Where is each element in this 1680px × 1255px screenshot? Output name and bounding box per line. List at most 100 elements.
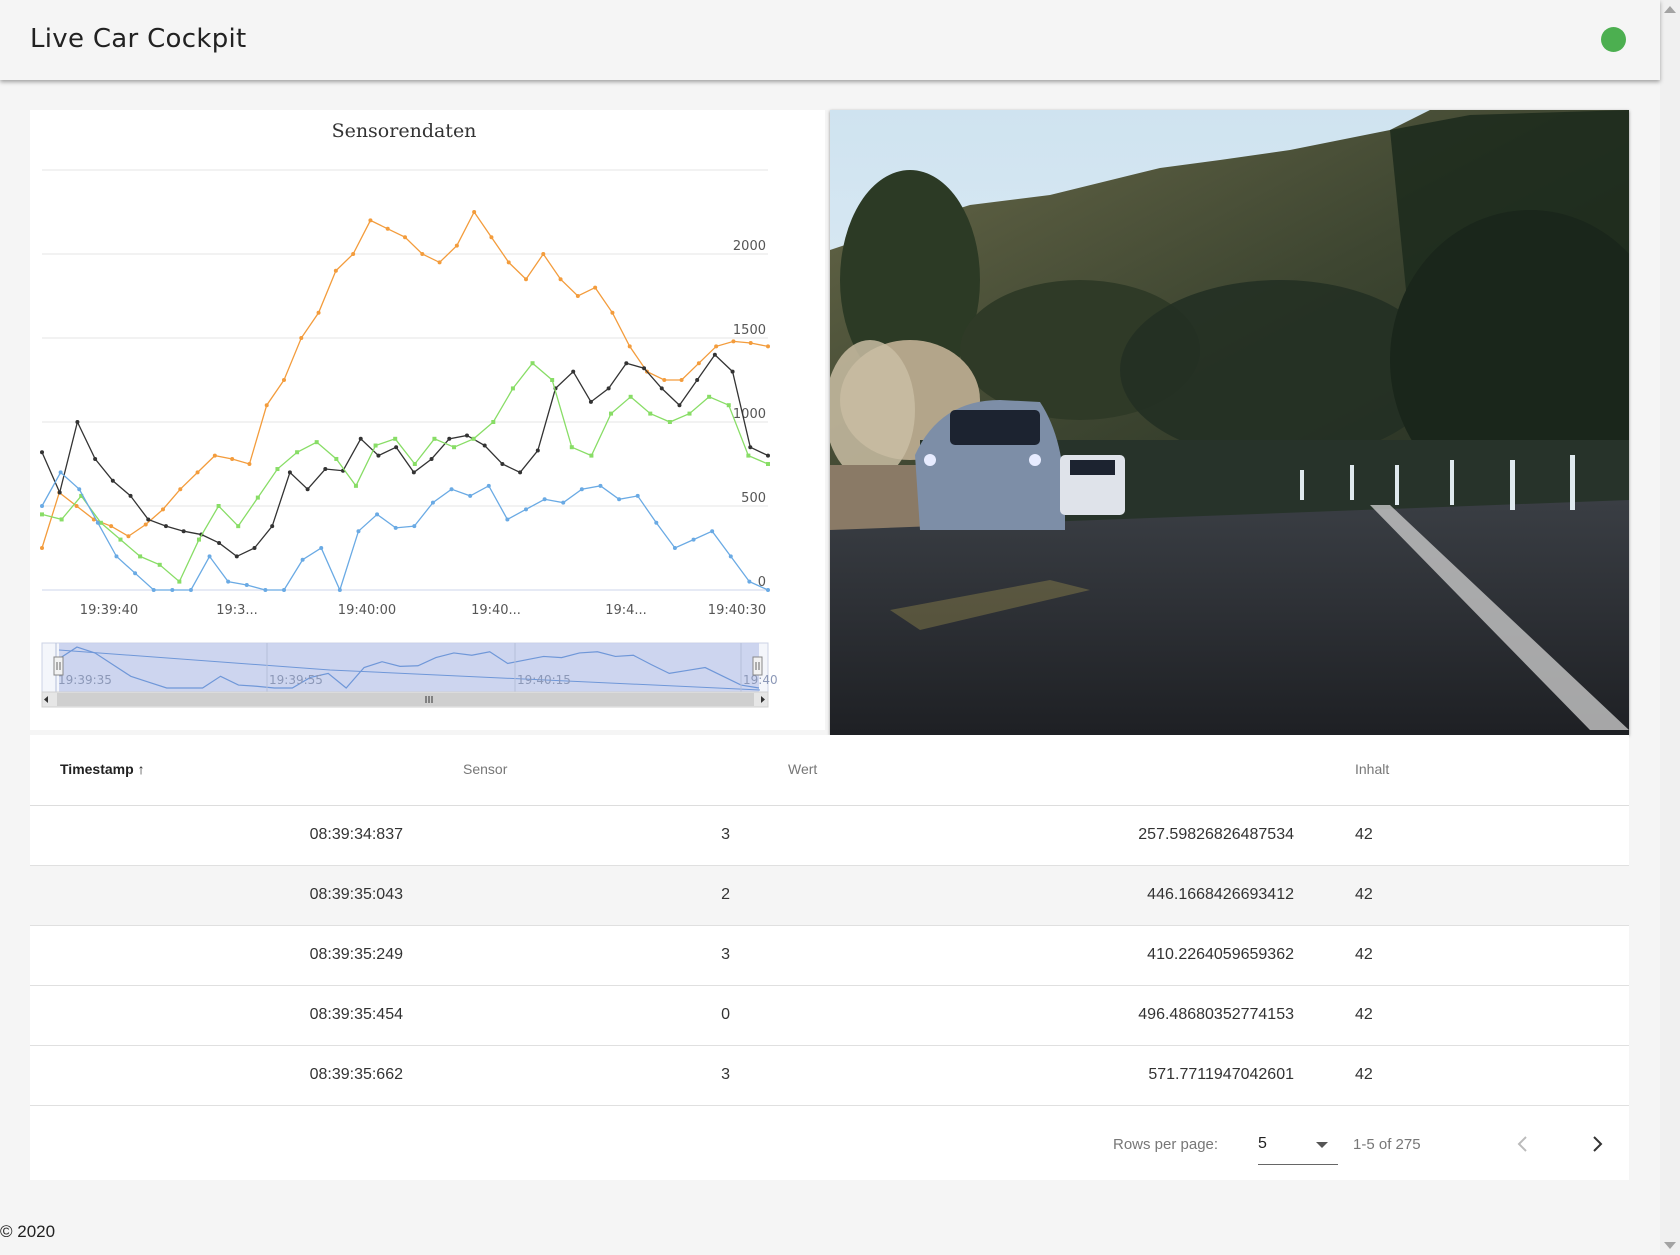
data-point <box>234 554 239 559</box>
data-point <box>588 399 593 404</box>
data-point <box>524 277 528 282</box>
data-point <box>178 487 183 492</box>
rows-per-page-label: Rows per page: <box>1113 1136 1219 1153</box>
scroll-up-icon[interactable] <box>1664 6 1676 13</box>
data-point <box>412 462 417 466</box>
column-header-wert[interactable]: Wert <box>788 761 817 777</box>
table-row[interactable]: 08:39:35:043 2 446.1668426693412 42 <box>30 866 1629 926</box>
previous-page-button[interactable] <box>1505 1126 1541 1162</box>
data-point <box>748 341 753 346</box>
data-point <box>358 436 363 441</box>
data-point <box>337 588 342 592</box>
data-point <box>212 453 217 458</box>
range-navigator[interactable]: 19:39:35 19:39:55 19:40:15 19:40 <box>41 642 778 708</box>
data-point <box>506 260 511 265</box>
data-point <box>707 394 712 399</box>
data-point <box>558 277 563 282</box>
data-point <box>579 487 584 492</box>
navigator-scrollbar-thumb[interactable] <box>57 693 754 706</box>
data-point <box>571 369 576 374</box>
next-page-button[interactable] <box>1579 1126 1615 1162</box>
data-point <box>489 235 494 240</box>
data-point <box>575 294 580 298</box>
x-tick-label: 19:40:30 <box>708 603 766 618</box>
data-point <box>188 588 193 592</box>
camera-image <box>830 110 1629 735</box>
data-point <box>255 495 260 500</box>
data-point <box>609 411 614 416</box>
data-point <box>624 361 629 366</box>
data-point <box>432 436 437 441</box>
data-point <box>110 478 115 483</box>
data-point <box>263 588 268 592</box>
data-point <box>59 517 64 522</box>
data-point <box>452 445 457 450</box>
data-point <box>654 520 659 525</box>
data-point <box>57 490 62 495</box>
column-header-inhalt[interactable]: Inhalt <box>1355 761 1389 777</box>
cell-sensor: 3 <box>721 1066 730 1083</box>
data-point <box>128 493 133 498</box>
column-header-sensor[interactable]: Sensor <box>463 761 507 777</box>
cell-wert: 410.2264059659362 <box>1147 946 1294 963</box>
data-point <box>275 467 280 472</box>
data-point <box>748 445 753 450</box>
navigator-left-handle[interactable] <box>53 656 64 676</box>
page-scrollbar[interactable] <box>1660 0 1680 1255</box>
data-point <box>316 310 321 315</box>
data-point <box>393 525 398 530</box>
data-point <box>598 483 603 488</box>
data-point <box>712 352 717 357</box>
navigator-right-handle[interactable] <box>752 656 763 676</box>
data-point <box>411 470 416 475</box>
data-point <box>569 445 574 450</box>
data-point <box>449 487 454 492</box>
data-point <box>40 546 44 550</box>
y-tick-label: 500 <box>741 491 766 506</box>
table-row[interactable]: 08:39:35:249 3 410.2264059659362 42 <box>30 926 1629 986</box>
column-header-timestamp[interactable]: Timestamp ↑ <box>60 761 145 777</box>
data-point <box>295 450 300 455</box>
data-point <box>659 386 664 391</box>
data-point <box>247 462 252 466</box>
data-point <box>319 546 324 550</box>
data-point <box>561 500 566 505</box>
dropdown-caret-icon[interactable] <box>1316 1142 1328 1148</box>
cell-inhalt: 42 <box>1355 1066 1373 1083</box>
cell-timestamp: 08:39:35:454 <box>309 1006 403 1023</box>
data-point <box>642 366 647 371</box>
data-point <box>126 534 131 539</box>
data-point <box>282 588 286 592</box>
data-point <box>687 411 692 416</box>
table-header: Timestamp ↑ Sensor Wert Inhalt <box>30 735 1629 806</box>
table-row[interactable]: 08:39:35:662 3 571.7711947042601 42 <box>30 1046 1629 1106</box>
y-tick-label: 2000 <box>733 239 766 254</box>
data-point <box>75 420 80 424</box>
data-point <box>691 537 696 542</box>
data-point <box>766 462 770 466</box>
data-point <box>114 554 119 559</box>
table-row[interactable]: 08:39:34:837 3 257.59826826487534 42 <box>30 806 1629 866</box>
data-point <box>74 504 79 508</box>
data-point <box>356 529 361 534</box>
data-point <box>133 571 138 576</box>
data-point <box>766 453 770 458</box>
data-point <box>299 336 304 340</box>
data-point <box>287 470 292 475</box>
data-point <box>550 378 555 382</box>
sensor-chart-card: Sensorendaten 0 500 1000 1500 2000 19:39:40 1… <box>30 110 825 730</box>
table-row[interactable]: 08:39:35:454 0 496.48680352774153 42 <box>30 986 1629 1046</box>
data-point <box>181 529 186 534</box>
data-point <box>385 226 390 231</box>
y-tick-label: 1000 <box>733 407 766 422</box>
cell-inhalt: 42 <box>1355 946 1373 963</box>
data-point <box>606 386 611 391</box>
rows-per-page-select[interactable]: 5 <box>1258 1124 1338 1165</box>
scroll-down-icon[interactable] <box>1664 1242 1676 1249</box>
data-point <box>216 504 221 508</box>
sensor-chart[interactable]: Sensorendaten 0500100015002000 19:39:40 1… <box>30 110 825 730</box>
data-point <box>393 436 398 441</box>
sort-ascending-icon[interactable]: ↑ <box>138 761 145 777</box>
data-point <box>617 497 622 502</box>
data-point <box>542 497 547 502</box>
